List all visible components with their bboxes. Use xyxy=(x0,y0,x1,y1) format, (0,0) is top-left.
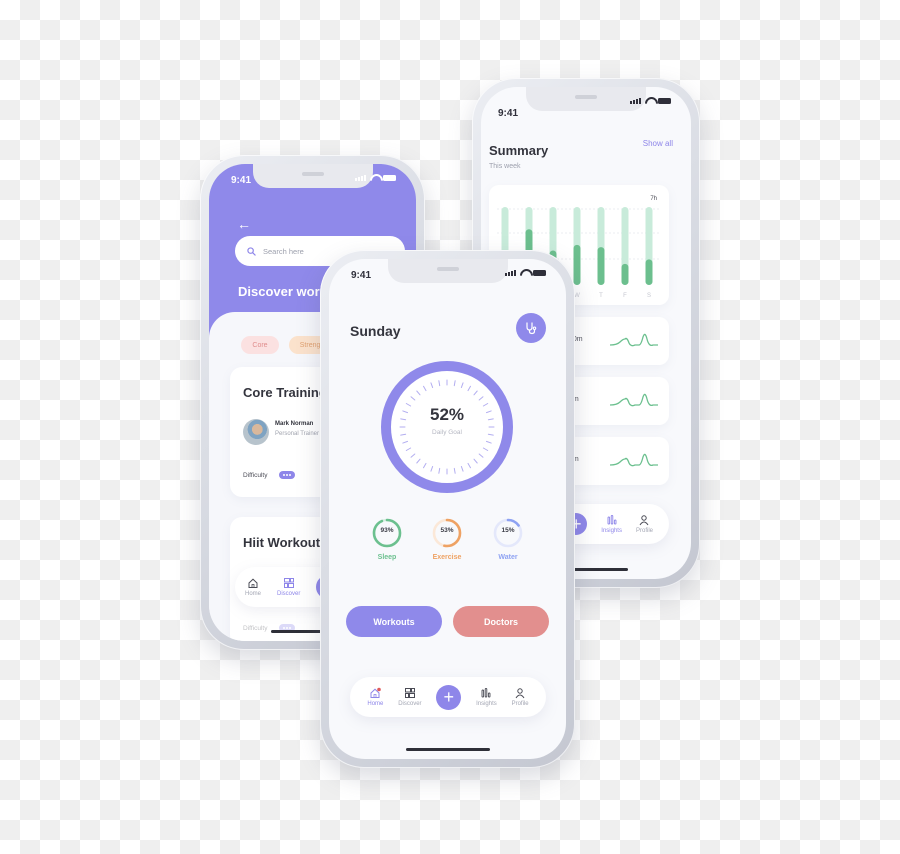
home-bottom-nav: Home Discover + Insights Profile xyxy=(350,677,546,717)
show-all-link[interactable]: Show all xyxy=(643,139,673,148)
home-screen: 9:41 Sunday 52% Daily Goal 93% Sleep 53%… xyxy=(329,259,566,759)
x-tick-label: F xyxy=(623,293,627,299)
trainer-role: Personal Trainer xyxy=(275,431,320,437)
wifi-icon xyxy=(520,269,529,276)
status-icons xyxy=(355,174,396,181)
bar-actual xyxy=(621,263,629,285)
user-icon xyxy=(640,515,649,526)
bar-chart-icon xyxy=(481,688,491,698)
daily-goal-value: 52% xyxy=(429,405,465,424)
home-phone: 9:41 Sunday 52% Daily Goal 93% Sleep 53%… xyxy=(320,250,575,768)
nav-insights-label: Insights xyxy=(601,528,622,534)
status-time: 9:41 xyxy=(231,175,252,186)
notification-dot xyxy=(377,687,382,692)
home-indicator xyxy=(405,748,490,751)
stat-value: 15% xyxy=(501,527,515,534)
heartbeat-line-icon xyxy=(609,333,658,347)
stat-exercise[interactable]: 53% Exercise xyxy=(422,517,472,561)
stat-value: 93% xyxy=(380,527,394,534)
heartbeat-line-icon xyxy=(609,453,658,467)
summary-subtitle: This week xyxy=(489,163,521,170)
status-icons xyxy=(505,269,546,276)
summary-title: Summary xyxy=(489,143,549,158)
search-icon xyxy=(247,246,256,256)
nav-profile[interactable]: Profile xyxy=(512,687,529,707)
user-icon xyxy=(515,688,525,699)
search-placeholder: Search here xyxy=(263,246,304,256)
nav-profile[interactable]: Profile xyxy=(636,514,653,534)
plus-icon: + xyxy=(443,687,455,707)
nav-home-label: Home xyxy=(245,591,262,597)
daily-goal-gauge xyxy=(381,361,513,493)
bar-actual xyxy=(597,247,605,285)
status-time: 9:41 xyxy=(351,270,372,281)
nav-insights-label: Insights xyxy=(476,701,497,707)
stat-label: Sleep xyxy=(377,554,397,561)
heartbeat-line-icon xyxy=(609,393,658,407)
notch xyxy=(526,87,646,111)
signal-icon xyxy=(505,270,516,276)
stat-sleep[interactable]: 93% Sleep xyxy=(362,517,412,561)
add-button[interactable]: + xyxy=(436,684,462,710)
bar-actual xyxy=(573,244,581,285)
signal-icon xyxy=(355,175,366,181)
battery-icon xyxy=(658,98,671,104)
workout-title: Hiit Workout xyxy=(243,535,321,550)
bar-chart-icon xyxy=(607,515,617,525)
signal-icon xyxy=(630,98,641,104)
nav-home[interactable]: Home xyxy=(245,577,261,597)
bar-actual xyxy=(645,259,653,285)
trainer-name: Mark Norman xyxy=(275,421,314,427)
difficulty-indicator xyxy=(279,471,295,479)
grid-icon xyxy=(404,688,415,698)
nav-insights[interactable]: Insights xyxy=(601,514,622,534)
grid-icon xyxy=(283,578,294,588)
battery-icon xyxy=(383,175,396,181)
workout-title: Core Training xyxy=(243,385,327,400)
battery-icon xyxy=(533,270,546,276)
nav-discover-label: Discover xyxy=(398,701,422,707)
doctors-button[interactable]: Doctors xyxy=(453,606,549,637)
notch xyxy=(387,259,508,283)
status-time: 9:41 xyxy=(498,108,519,119)
stat-label: Water xyxy=(498,554,518,561)
x-tick-label: W xyxy=(574,293,580,299)
wifi-icon xyxy=(645,97,654,104)
back-arrow-icon[interactable]: ← xyxy=(237,216,251,232)
nav-discover[interactable]: Discover xyxy=(398,687,422,707)
y-max-label: 7h xyxy=(650,196,657,202)
stat-water[interactable]: 15% Water xyxy=(483,517,533,561)
x-tick-label: S xyxy=(647,293,651,299)
trainer-avatar xyxy=(243,419,269,445)
nav-discover-label: Discover xyxy=(277,591,301,597)
stethoscope-icon xyxy=(526,322,537,335)
daily-goal-ring: 52% Daily Goal xyxy=(379,359,515,495)
doctor-button[interactable] xyxy=(516,313,546,343)
nav-profile-label: Profile xyxy=(635,528,653,534)
stat-value: 53% xyxy=(440,527,454,534)
daily-goal-label: Daily Goal xyxy=(432,429,462,436)
status-icons xyxy=(630,97,671,104)
home-icon xyxy=(370,687,382,698)
wifi-icon xyxy=(370,174,379,181)
workouts-button[interactable]: Workouts xyxy=(346,606,442,637)
nav-discover[interactable]: Discover xyxy=(277,577,300,597)
day-title: Sunday xyxy=(350,323,401,339)
x-tick-label: T xyxy=(599,293,603,299)
difficulty-label: Difficulty xyxy=(243,625,268,632)
home-icon xyxy=(248,578,258,588)
difficulty-label: Difficulty xyxy=(243,472,268,479)
chip-core[interactable]: Core xyxy=(241,336,279,354)
nav-insights[interactable]: Insights xyxy=(476,687,497,707)
nav-profile-label: Profile xyxy=(511,701,529,707)
stat-label: Exercise xyxy=(432,554,462,561)
nav-home[interactable]: Home xyxy=(367,687,383,707)
nav-home-label: Home xyxy=(367,701,384,707)
